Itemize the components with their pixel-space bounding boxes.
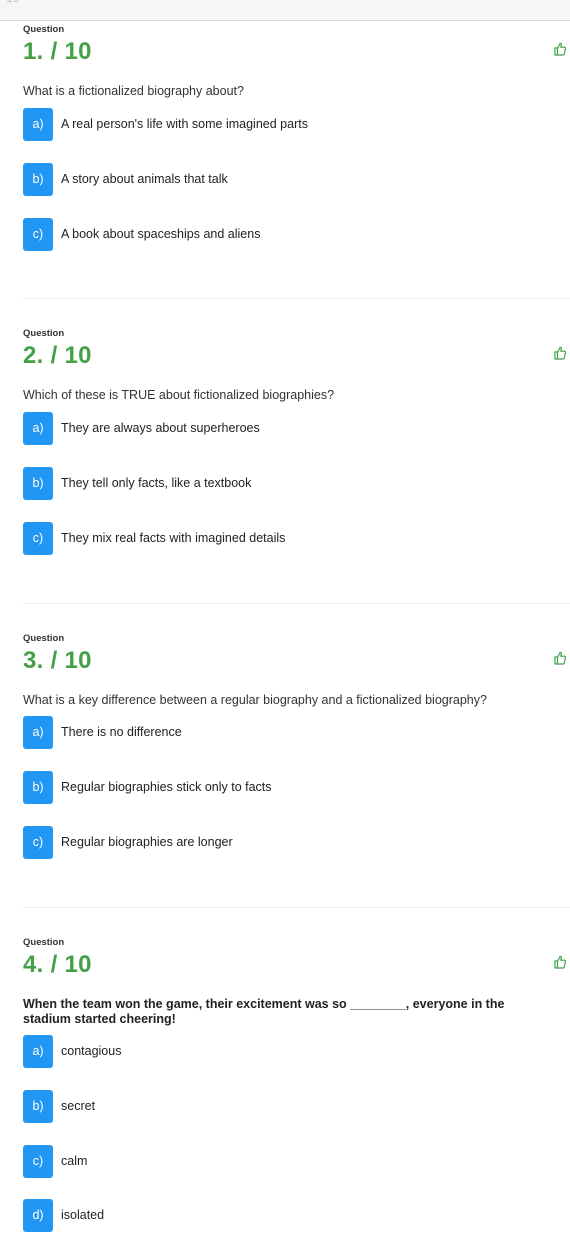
- option-letter-badge: a): [23, 412, 53, 445]
- option-text: Regular biographies stick only to facts: [61, 780, 272, 794]
- thumbs-up-icon[interactable]: [554, 346, 566, 360]
- question-text: Which of these is TRUE about fictionaliz…: [23, 388, 335, 402]
- option-text: There is no difference: [61, 725, 182, 739]
- question-card-3: Question 3. / 10 What is a key differenc…: [23, 633, 570, 933]
- question-number: 1. / 10: [23, 38, 92, 65]
- option-text: calm: [61, 1154, 88, 1168]
- question-card-4: Question 4. / 10 When the team won the g…: [23, 937, 570, 1247]
- option-letter-badge: a): [23, 108, 53, 141]
- option-text: isolated: [61, 1208, 105, 1222]
- answer-option-a[interactable]: a) There is no difference: [23, 716, 423, 749]
- question-card-2: Question 2. / 10 Which of these is TRUE …: [23, 328, 570, 628]
- option-text: They mix real facts with imagined detail…: [61, 531, 286, 545]
- question-label: Question: [23, 937, 65, 948]
- answer-option-b[interactable]: b) Regular biographies stick only to fac…: [23, 771, 423, 804]
- option-text: They are always about superheroes: [61, 421, 260, 435]
- answer-option-c[interactable]: c) calm: [23, 1145, 423, 1178]
- answer-option-c[interactable]: c) Regular biographies are longer: [23, 826, 423, 859]
- question-text: What is a key difference between a regul…: [23, 693, 487, 707]
- option-text: secret: [61, 1099, 96, 1113]
- answer-option-c[interactable]: c) A book about spaceships and aliens: [23, 218, 423, 251]
- option-text: A real person's life with some imagined …: [61, 117, 308, 131]
- option-letter-badge: c): [23, 218, 53, 251]
- option-text: contagious: [61, 1044, 122, 1058]
- question-number: 2. / 10: [23, 342, 92, 369]
- question-label: Question: [23, 633, 65, 644]
- option-letter-badge: b): [23, 1090, 53, 1123]
- option-text: A book about spaceships and aliens: [61, 227, 261, 241]
- toolbar-fragment-text: 10: [6, 0, 19, 5]
- answer-option-a[interactable]: a) contagious: [23, 1035, 423, 1068]
- option-letter-badge: b): [23, 771, 53, 804]
- answer-option-c[interactable]: c) They mix real facts with imagined det…: [23, 522, 423, 555]
- option-text: Regular biographies are longer: [61, 835, 233, 849]
- option-text: They tell only facts, like a textbook: [61, 476, 252, 490]
- question-text: When the team won the game, their excite…: [23, 997, 505, 1026]
- question-label: Question: [23, 328, 65, 339]
- question-divider: [23, 298, 570, 299]
- answer-option-a[interactable]: a) A real person's life with some imagin…: [23, 108, 423, 141]
- thumbs-up-icon[interactable]: [554, 42, 566, 56]
- option-letter-badge: c): [23, 522, 53, 555]
- question-number: 4. / 10: [23, 951, 92, 978]
- top-toolbar: 10: [0, 0, 570, 21]
- option-letter-badge: b): [23, 163, 53, 196]
- answer-option-d[interactable]: d) isolated: [23, 1199, 423, 1232]
- question-label: Question: [23, 24, 65, 35]
- option-letter-badge: a): [23, 1035, 53, 1068]
- answer-option-b[interactable]: b) A story about animals that talk: [23, 163, 423, 196]
- answer-option-b[interactable]: b) secret: [23, 1090, 423, 1123]
- option-letter-badge: d): [23, 1199, 53, 1232]
- option-letter-badge: a): [23, 716, 53, 749]
- question-divider: [23, 907, 570, 908]
- thumbs-up-icon[interactable]: [554, 955, 566, 969]
- thumbs-up-icon[interactable]: [554, 651, 566, 665]
- answer-option-a[interactable]: a) They are always about superheroes: [23, 412, 423, 445]
- question-number: 3. / 10: [23, 647, 92, 674]
- option-text: A story about animals that talk: [61, 172, 228, 186]
- option-letter-badge: c): [23, 1145, 53, 1178]
- option-letter-badge: b): [23, 467, 53, 500]
- option-letter-badge: c): [23, 826, 53, 859]
- question-card-1: Question 1. / 10 What is a fictionalized…: [23, 24, 570, 324]
- question-text: What is a fictionalized biography about?: [23, 84, 244, 98]
- answer-option-b[interactable]: b) They tell only facts, like a textbook: [23, 467, 423, 500]
- question-divider: [23, 603, 570, 604]
